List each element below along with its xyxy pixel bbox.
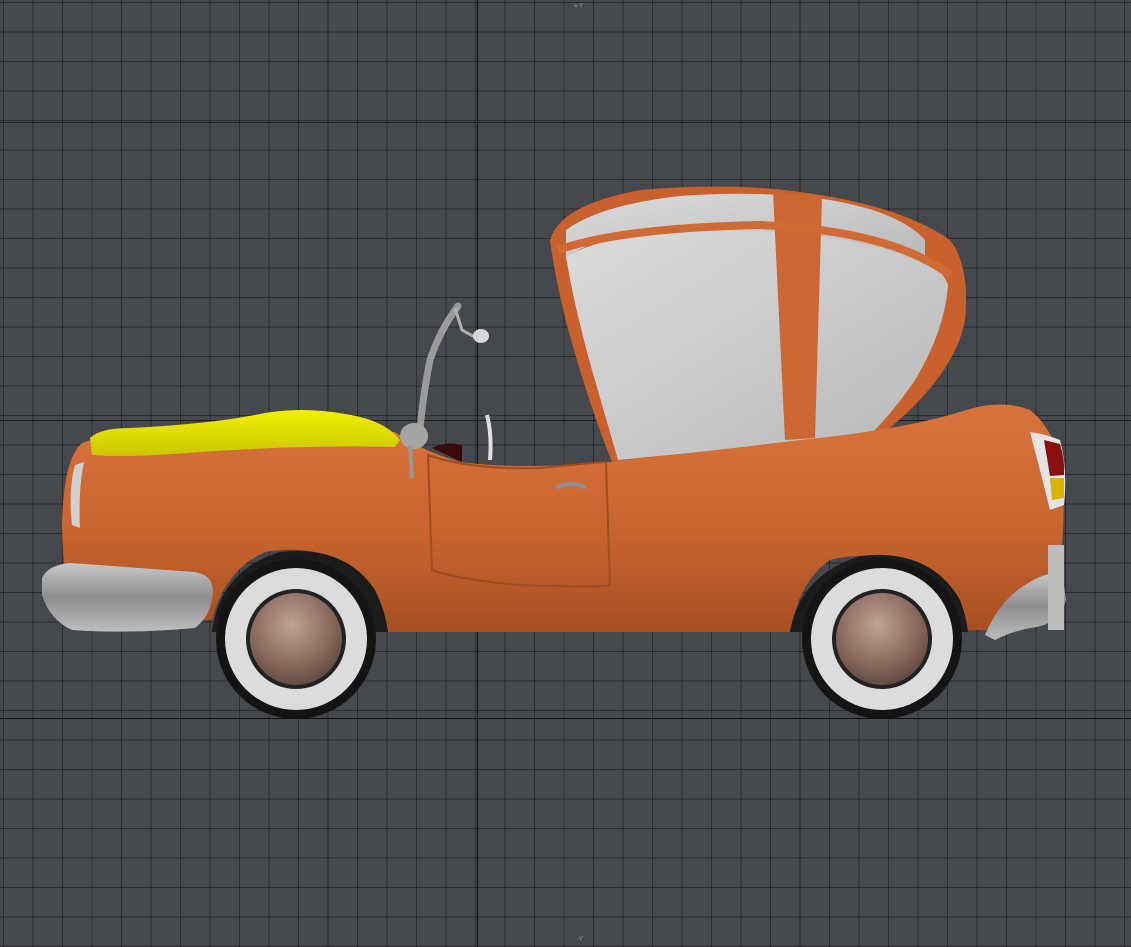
hubcap-icon — [836, 593, 928, 685]
mirror-icon — [473, 329, 489, 343]
windshield-frame — [416, 302, 493, 461]
car-roof — [550, 186, 966, 462]
rear-bumper-guard — [1048, 545, 1064, 630]
rear-wheel — [216, 559, 376, 719]
3d-viewport[interactable]: +Y -Y — [0, 0, 1131, 947]
hubcap-icon — [250, 593, 342, 685]
front-wheel — [802, 559, 962, 719]
car-model[interactable] — [0, 0, 1131, 947]
front-bumper — [42, 563, 213, 632]
